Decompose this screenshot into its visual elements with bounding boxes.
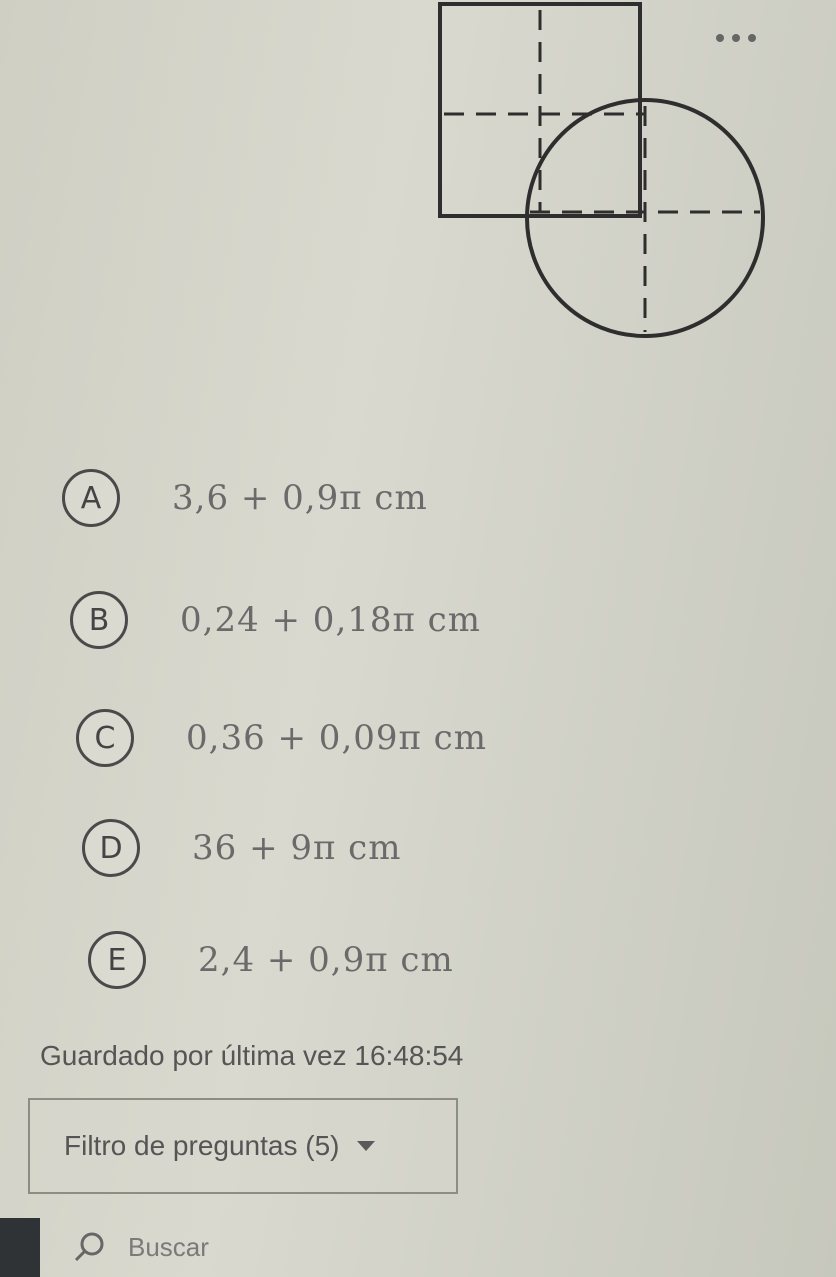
search-icon[interactable]	[70, 1228, 110, 1268]
option-e[interactable]: E 2,4 + 0,9π cm	[88, 928, 454, 992]
geometry-figure	[438, 2, 765, 338]
question-filter-label: Filtro de preguntas (5)	[64, 1130, 340, 1161]
option-d[interactable]: D 36 + 9π cm	[82, 816, 401, 880]
start-button[interactable]	[0, 1218, 40, 1277]
option-text: 0,24 + 0,18π cm	[180, 600, 481, 640]
option-b[interactable]: B 0,24 + 0,18π cm	[70, 588, 481, 652]
option-text: 2,4 + 0,9π cm	[198, 940, 454, 980]
option-letter-badge: A	[62, 469, 120, 527]
taskbar-search-input[interactable]: Buscar	[128, 1232, 209, 1263]
option-letter-badge: B	[70, 591, 128, 649]
option-letter-badge: C	[76, 709, 134, 767]
option-letter-badge: E	[88, 931, 146, 989]
question-filter-dropdown[interactable]: Filtro de preguntas (5)	[28, 1098, 458, 1194]
option-c[interactable]: C 0,36 + 0,09π cm	[76, 706, 487, 770]
taskbar: Buscar	[0, 1218, 836, 1277]
option-text: 0,36 + 0,09π cm	[186, 718, 487, 758]
last-saved-status: Guardado por última vez 16:48:54	[40, 1040, 464, 1071]
option-a[interactable]: A 3,6 + 0,9π cm	[62, 466, 428, 530]
option-letter-badge: D	[82, 819, 140, 877]
caret-down-icon	[357, 1141, 376, 1151]
more-dots-icon[interactable]	[712, 30, 762, 46]
option-text: 36 + 9π cm	[192, 828, 402, 868]
option-text: 3,6 + 0,9π cm	[172, 478, 428, 518]
